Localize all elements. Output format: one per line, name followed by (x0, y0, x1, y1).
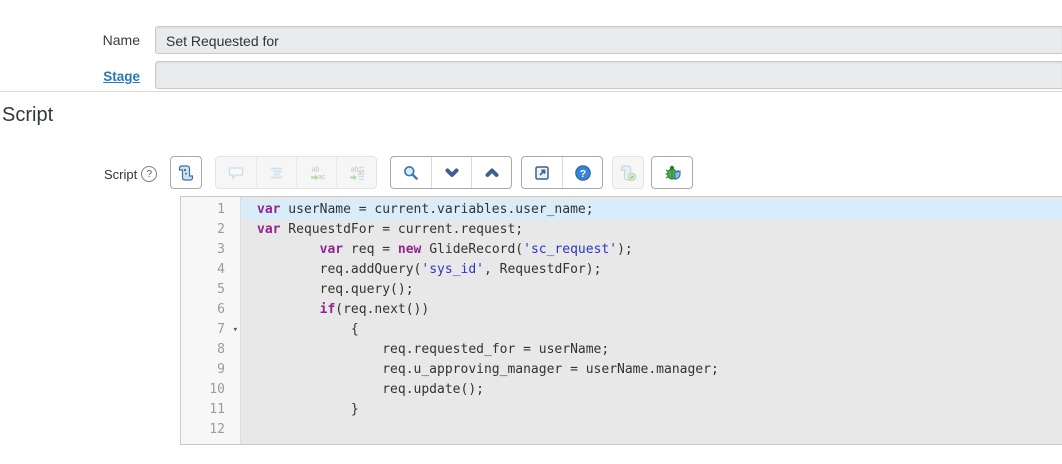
help-icon: ? (574, 164, 591, 181)
code-line-7[interactable]: 7 ▾ { (181, 320, 1062, 340)
syntax-check-button[interactable] (613, 157, 643, 188)
replace-button[interactable]: ab ac (296, 157, 336, 188)
code-text: req.update(); (257, 382, 484, 397)
toolbar-group-debug (651, 156, 693, 189)
toolbar-group-window: ? (521, 156, 603, 189)
line-number: 8 (217, 342, 225, 357)
code-text: var req = new GlideRecord('sc_request'); (319, 242, 633, 257)
comment-icon (228, 166, 244, 180)
line-number: 11 (209, 402, 225, 417)
chevron-up-icon (485, 168, 498, 177)
format-code-icon (270, 167, 282, 178)
name-label: Name (102, 32, 140, 48)
code-text: } (257, 402, 359, 417)
code-line-12[interactable]: 12 (181, 420, 1062, 440)
fold-arrow-icon[interactable]: ▾ (233, 320, 238, 340)
script-check-icon (620, 164, 637, 181)
svg-text:ac: ac (318, 174, 326, 181)
line-number: 3 (217, 242, 225, 257)
replace-all-button[interactable]: ab ac (336, 157, 376, 188)
open-in-new-window-button[interactable] (522, 157, 562, 188)
code-line-1[interactable]: 1 var userName = current.variables.user_n… (181, 200, 1062, 220)
format-code-button[interactable] (256, 157, 296, 188)
search-icon (404, 165, 418, 180)
stage-label-wrap: Stage (0, 68, 140, 84)
find-previous-button[interactable] (471, 157, 511, 188)
stage-input[interactable] (155, 61, 1062, 89)
find-next-button[interactable] (431, 157, 471, 188)
name-input[interactable]: Set Requested for (155, 26, 1062, 54)
code-line-2[interactable]: 2 var RequestdFor = current.request; (181, 220, 1062, 240)
popout-icon (535, 165, 549, 180)
svg-text:ab: ab (311, 166, 319, 173)
code-line-6[interactable]: 6 if(req.next()) (181, 300, 1062, 320)
code-text: if(req.next()) (319, 302, 430, 317)
replace-all-icon: ab ac (349, 166, 365, 180)
script-scroll-icon (178, 164, 194, 181)
code-line-4[interactable]: 4 req.addQuery('sys_id', RequestdFor); (181, 260, 1062, 280)
debug-bug-icon (665, 165, 681, 181)
code-line-9[interactable]: 9 req.u_approving_manager = userName.man… (181, 360, 1062, 380)
line-number: 4 (217, 262, 225, 277)
code-text: { (257, 322, 359, 337)
code-text: var userName = current.variables.user_na… (241, 200, 1062, 220)
search-button[interactable] (391, 157, 431, 188)
toolbar-group-syntax (170, 156, 202, 189)
code-line-8[interactable]: 8 req.requested_for = userName; (181, 340, 1062, 360)
field-help-icon[interactable]: ? (141, 166, 158, 182)
replace-icon: ab ac (310, 166, 326, 181)
line-number: 6 (217, 302, 225, 317)
script-field-label: Script ? (104, 166, 158, 182)
code-line-5[interactable]: 5 req.query(); (181, 280, 1062, 300)
code-line-3[interactable]: 3 var req = new GlideRecord('sc_request'… (181, 240, 1062, 260)
toolbar-group-check (612, 156, 644, 189)
toolbar-group-search (390, 156, 512, 189)
svg-text:?: ? (579, 167, 585, 179)
code-lines: 1 var userName = current.variables.user_n… (181, 197, 1062, 440)
script-field-label-text: Script (104, 166, 138, 182)
page: Name Set Requested for Stage Script Scri… (0, 0, 1062, 464)
code-text: req.addQuery('sys_id', RequestdFor); (257, 262, 602, 277)
syntax-editor-toggle-button[interactable] (171, 157, 201, 188)
line-number: 7 ▾ (181, 320, 241, 340)
line-number: 1 (217, 202, 225, 217)
code-text: req.requested_for = userName; (257, 342, 610, 357)
stage-link[interactable]: Stage (103, 69, 140, 84)
svg-text:ac: ac (357, 170, 365, 177)
script-code-editor[interactable]: 1 var userName = current.variables.user_n… (180, 196, 1062, 445)
script-editor-toolbar: ab ac ab ac ? (170, 156, 693, 189)
toggle-comment-button[interactable] (216, 157, 256, 188)
toolbar-group-edit: ab ac ab ac (215, 156, 377, 189)
line-number: 9 (217, 362, 225, 377)
code-text: var RequestdFor = current.request; (257, 222, 524, 237)
help-button[interactable]: ? (562, 157, 602, 188)
section-divider (0, 91, 1062, 92)
debug-button[interactable] (652, 157, 692, 188)
line-number: 2 (217, 222, 225, 237)
line-number: 12 (209, 422, 225, 437)
section-title: Script (2, 104, 54, 126)
code-text: req.query(); (257, 282, 414, 297)
chevron-down-icon (445, 168, 458, 177)
code-line-10[interactable]: 10 req.update(); (181, 380, 1062, 400)
code-text: req.u_approving_manager = userName.manag… (257, 362, 719, 377)
line-number: 5 (217, 282, 225, 297)
code-line-11[interactable]: 11 } (181, 400, 1062, 420)
line-number: 10 (209, 382, 225, 397)
